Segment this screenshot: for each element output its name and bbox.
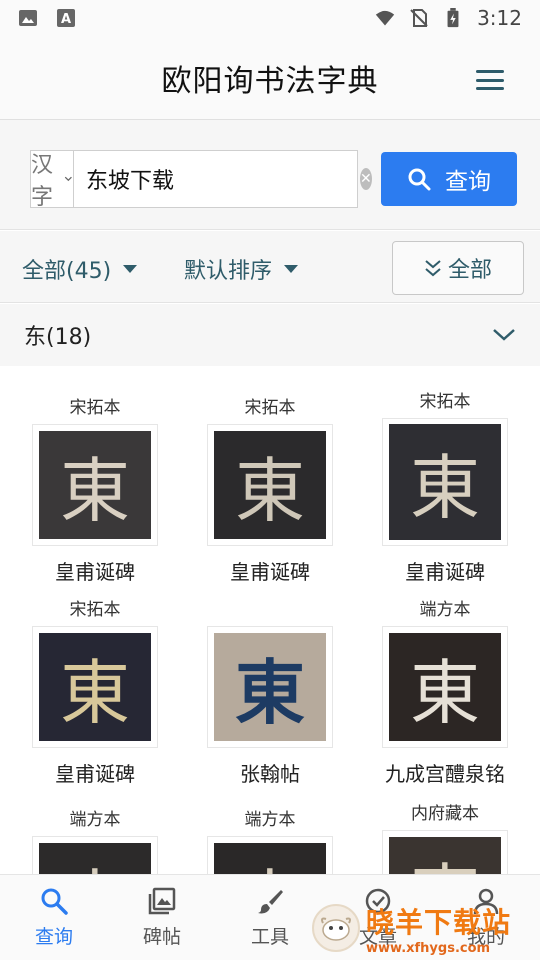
result-card[interactable]: 東 张翰帖 — [185, 598, 355, 787]
work-name: 张翰帖 — [240, 762, 300, 786]
result-card[interactable]: 宋拓本 東 皇甫诞碑 — [10, 598, 180, 787]
source-label: 宋拓本 — [419, 392, 471, 412]
image-stack-icon — [148, 887, 176, 915]
group-label: 东(18) — [24, 325, 92, 350]
brush-icon — [258, 890, 283, 914]
source-label: 宋拓本 — [69, 600, 121, 620]
glyph-thumbnail[interactable]: 東 — [382, 418, 508, 546]
work-name: 皇甫诞碑 — [405, 560, 485, 584]
glyph-thumbnail[interactable]: 東 — [207, 424, 333, 546]
glyph-thumbnail[interactable]: 東 — [32, 836, 158, 874]
site-watermark: 晓羊下载站 www.xfhygs.com — [312, 896, 540, 960]
source-label: 端方本 — [69, 810, 121, 830]
tab-rubbings[interactable]: 碑帖 — [108, 875, 216, 960]
result-card[interactable]: 宋拓本 東 皇甫诞碑 — [360, 390, 530, 585]
tab-label: 查询 — [34, 926, 73, 948]
battery-charging-icon — [447, 8, 459, 28]
tab-label: 工具 — [250, 926, 289, 948]
dropdown-arrow-icon — [123, 265, 138, 273]
work-name: 皇甫诞碑 — [230, 560, 310, 584]
gallery-notification-icon — [19, 10, 37, 26]
search-icon — [408, 168, 431, 191]
search-input[interactable] — [74, 166, 361, 192]
tab-label: 碑帖 — [142, 926, 181, 948]
result-card[interactable]: 端方本 東 九成宫醴泉铭 — [360, 598, 530, 787]
glyph-image: 東 — [214, 633, 326, 741]
glyph-thumbnail[interactable]: 東 — [207, 626, 333, 748]
glyph-thumbnail[interactable]: 東 — [32, 626, 158, 748]
glyph-thumbnail[interactable]: 東 — [207, 836, 333, 874]
expand-all-label: 全部 — [447, 258, 492, 283]
work-name: 九成宫醴泉铭 — [385, 762, 505, 786]
search-section: 汉字 ✕ 查询 — [0, 120, 540, 230]
glyph-image: 東 — [389, 424, 501, 540]
search-box: 汉字 ✕ — [30, 150, 372, 210]
category-filter-label: 全部(45) — [22, 259, 112, 284]
hamburger-menu-icon[interactable] — [476, 70, 504, 90]
wifi-icon — [375, 10, 395, 26]
glyph-image: 東 — [389, 633, 501, 741]
source-label: 宋拓本 — [69, 398, 121, 418]
search-icon — [41, 888, 68, 915]
watermark-title: 晓羊下载站 — [366, 905, 512, 939]
double-chevron-down-icon — [425, 260, 441, 277]
dropdown-arrow-icon — [284, 265, 299, 273]
source-label: 内府藏本 — [411, 804, 479, 824]
glyph-image: 東 — [214, 431, 326, 539]
result-card[interactable]: 内府藏本 東 — [360, 802, 530, 874]
search-type-label: 汉字 — [31, 153, 54, 210]
result-card[interactable]: 端方本 東 — [185, 808, 355, 874]
glyph-image: 東 — [39, 843, 151, 874]
glyph-image: 東 — [389, 837, 501, 874]
glyph-thumbnail[interactable]: 東 — [382, 626, 508, 748]
glyph-image: 東 — [214, 843, 326, 874]
source-label: 端方本 — [244, 810, 296, 830]
filter-bar: 全部(45) 默认排序 全部 — [0, 231, 540, 303]
source-label — [185, 598, 355, 622]
sort-label: 默认排序 — [184, 259, 273, 284]
result-card[interactable]: 宋拓本 東 皇甫诞碑 — [185, 396, 355, 585]
tab-tools[interactable]: 工具 — [216, 875, 324, 960]
glyph-thumbnail[interactable]: 東 — [382, 830, 508, 874]
source-label: 端方本 — [419, 600, 471, 620]
sort-dropdown[interactable]: 默认排序 — [184, 253, 299, 285]
app-header: 欧阳询书法字典 — [0, 36, 540, 120]
sheep-logo-icon — [312, 904, 360, 952]
glyph-thumbnail[interactable]: 東 — [32, 424, 158, 546]
work-name: 皇甫诞碑 — [55, 560, 135, 584]
chevron-down-icon — [65, 176, 73, 182]
svg-text:A: A — [61, 12, 71, 27]
app-title: 欧阳询书法字典 — [161, 63, 379, 99]
work-name: 皇甫诞碑 — [55, 762, 135, 786]
search-button-label: 查询 — [445, 169, 491, 195]
search-type-dropdown[interactable]: 汉字 — [31, 151, 75, 210]
results-grid: 宋拓本 東 皇甫诞碑 宋拓本 東 皇甫诞碑 宋拓本 東 皇甫诞碑 宋拓本 東 皇… — [0, 366, 540, 874]
watermark-url: www.xfhygs.com — [366, 940, 491, 956]
category-filter-dropdown[interactable]: 全部(45) — [22, 253, 138, 285]
result-card[interactable]: 宋拓本 東 皇甫诞碑 — [10, 396, 180, 585]
expand-all-button[interactable]: 全部 — [392, 241, 524, 295]
search-button[interactable]: 查询 — [381, 152, 517, 206]
result-card[interactable]: 端方本 東 — [10, 808, 180, 874]
glyph-image: 東 — [39, 431, 151, 539]
tab-search[interactable]: 查询 — [0, 875, 108, 960]
font-notification-icon: A — [57, 9, 75, 27]
character-group-header[interactable]: 东(18) — [0, 304, 540, 366]
no-sim-icon — [410, 9, 428, 27]
glyph-image: 東 — [39, 633, 151, 741]
source-label: 宋拓本 — [244, 398, 296, 418]
status-bar: A 3:12 — [0, 0, 540, 36]
clock: 3:12 — [477, 6, 522, 30]
chevron-down-icon — [493, 329, 515, 341]
clear-input-icon[interactable]: ✕ — [360, 168, 372, 190]
